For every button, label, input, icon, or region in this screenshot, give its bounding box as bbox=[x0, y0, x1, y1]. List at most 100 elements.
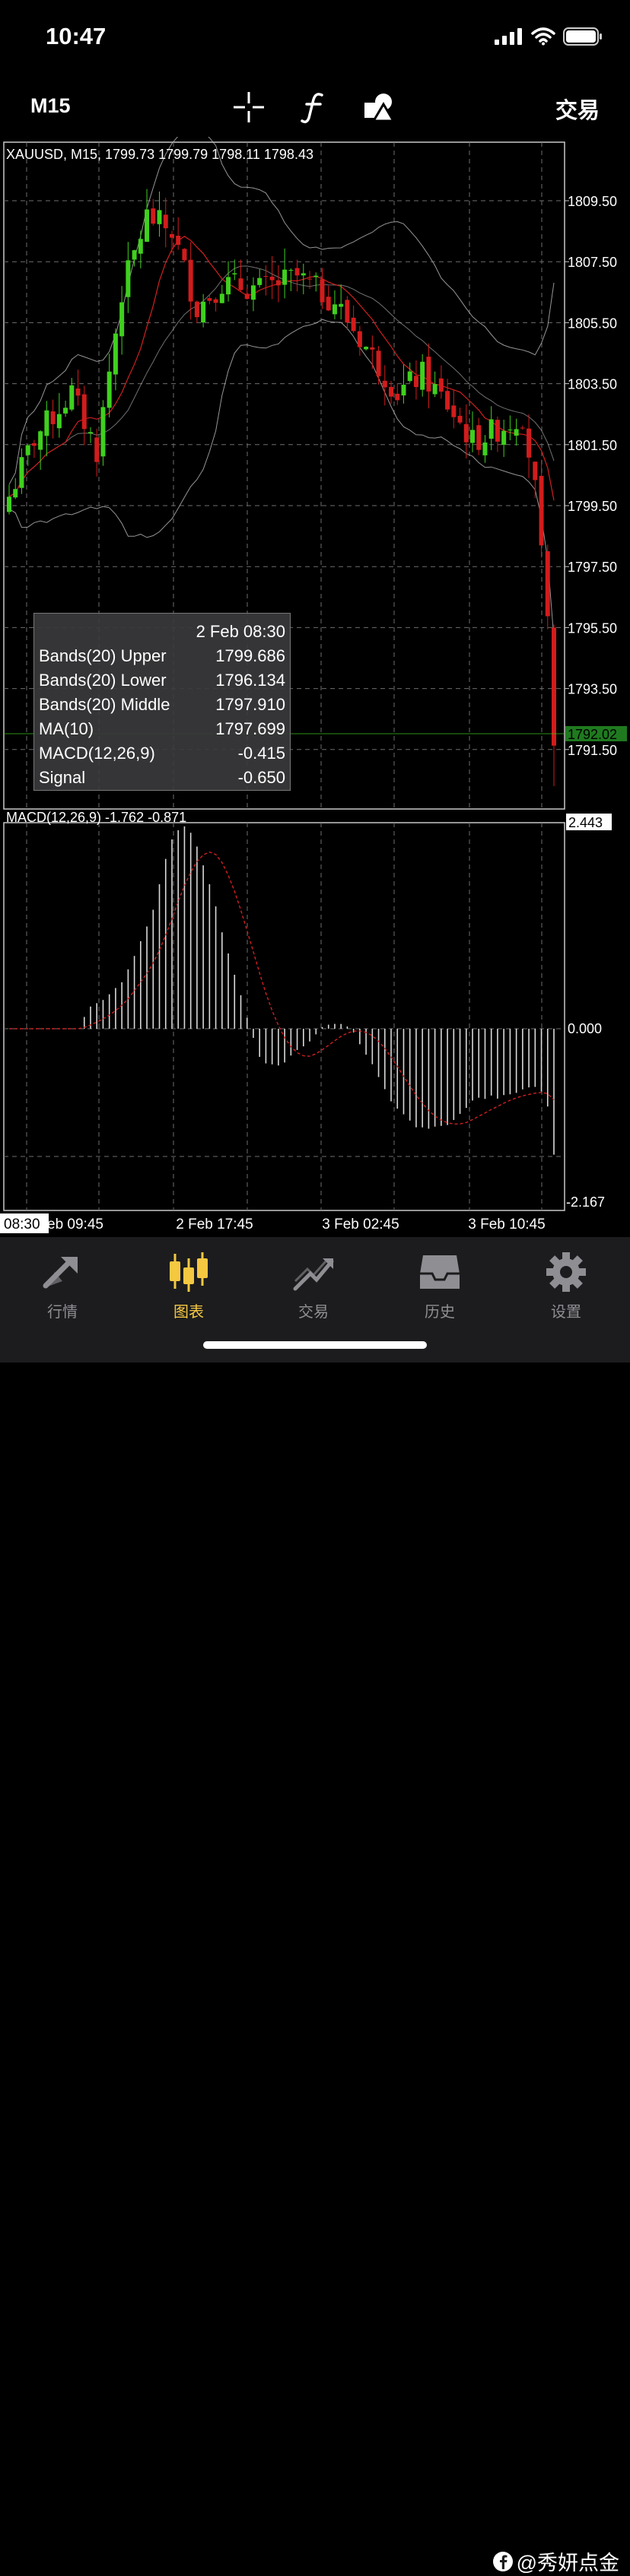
candle-body bbox=[364, 347, 369, 350]
gear-icon bbox=[546, 1252, 586, 1292]
price-axis-label: 1799.50 bbox=[568, 499, 617, 514]
candle-body bbox=[351, 317, 356, 332]
candle-body bbox=[7, 496, 11, 512]
current-price-label: 1792.02 bbox=[568, 727, 617, 742]
candle-body bbox=[238, 278, 243, 290]
chart-symbol-header: XAUUSD, M15, 1799.73 1799.79 1798.11 179… bbox=[6, 147, 313, 162]
candle-body bbox=[275, 280, 281, 286]
watermark-text: @秀妍点金 bbox=[516, 2552, 619, 2574]
time-axis-label: 3 Feb 10:45 bbox=[468, 1217, 545, 1232]
candle-body bbox=[395, 393, 400, 401]
status-bar: 10:47 bbox=[0, 0, 630, 76]
candle-body bbox=[552, 627, 556, 746]
candle-body bbox=[138, 239, 143, 254]
bollinger-middle-band bbox=[8, 265, 555, 497]
price-axis-label: 1803.50 bbox=[568, 377, 617, 392]
candle-body bbox=[407, 371, 412, 382]
candle-body bbox=[169, 233, 174, 238]
candle-body bbox=[75, 388, 81, 396]
candle-body bbox=[420, 361, 425, 390]
info-label: Bands(20) Lower bbox=[39, 671, 167, 690]
info-value: 1797.699 bbox=[215, 719, 285, 738]
candle-body bbox=[132, 250, 137, 260]
candle-body bbox=[107, 371, 112, 408]
candle-body bbox=[38, 431, 43, 450]
info-label: MACD(12,26,9) bbox=[39, 744, 155, 763]
trade-button[interactable]: 交易 bbox=[555, 93, 600, 125]
tab-history[interactable]: 历史 bbox=[394, 1246, 485, 1322]
history-inbox-icon bbox=[420, 1255, 460, 1289]
candle-body bbox=[389, 386, 394, 397]
candlestick-icon bbox=[170, 1252, 208, 1292]
candle-body bbox=[514, 429, 519, 436]
candle-body bbox=[94, 437, 100, 462]
candle-body bbox=[488, 419, 494, 439]
candle-body bbox=[370, 347, 375, 350]
candle-body bbox=[232, 273, 237, 274]
candle-body bbox=[226, 277, 231, 295]
battery-icon bbox=[563, 27, 602, 46]
info-value: 1799.686 bbox=[215, 646, 285, 665]
candle-body bbox=[495, 420, 500, 442]
info-value: -0.650 bbox=[237, 768, 285, 787]
candle-body bbox=[50, 411, 56, 424]
candle-body bbox=[470, 430, 476, 443]
info-row: Bands(20) Upper 1799.686 bbox=[39, 644, 285, 668]
info-row: Bands(20) Middle 1797.910 bbox=[39, 693, 285, 717]
crosshair-icon bbox=[234, 92, 264, 122]
info-label: Bands(20) Upper bbox=[39, 646, 167, 665]
candle-body bbox=[301, 273, 306, 276]
candle-body bbox=[113, 333, 118, 375]
tab-quotes-label: 行情 bbox=[47, 1304, 78, 1321]
info-row: MACD(12,26,9) -0.415 bbox=[39, 741, 285, 766]
candle-body bbox=[451, 405, 457, 417]
candle-body bbox=[250, 285, 256, 300]
candle-body bbox=[56, 414, 62, 429]
moving-average-line bbox=[8, 236, 555, 501]
shapes-icon bbox=[364, 94, 396, 122]
status-time: 10:47 bbox=[46, 23, 107, 49]
candle-body bbox=[476, 425, 482, 450]
candle-body bbox=[269, 276, 275, 281]
status-icons bbox=[495, 27, 603, 46]
candle-body bbox=[194, 301, 199, 318]
candle-body bbox=[126, 260, 131, 297]
candle-body bbox=[145, 209, 150, 242]
tab-trade[interactable]: 交易 bbox=[268, 1246, 359, 1322]
candle-body bbox=[263, 276, 269, 278]
candle-body bbox=[457, 415, 463, 423]
macd-min-label: -2.167 bbox=[566, 1194, 605, 1210]
macd-zero-label: 0.000 bbox=[568, 1021, 602, 1036]
candle-body bbox=[294, 268, 300, 276]
cursor-time-label: 08:30 bbox=[4, 1217, 40, 1232]
candle-body bbox=[207, 298, 212, 301]
info-row: Signal -0.650 bbox=[39, 766, 285, 790]
tab-quotes[interactable]: 行情 bbox=[17, 1246, 108, 1322]
candle-body bbox=[413, 376, 418, 388]
macd-pane-frame bbox=[3, 822, 565, 1211]
candle-body bbox=[320, 279, 325, 303]
crosshair-button[interactable] bbox=[230, 88, 268, 126]
candle-body bbox=[182, 249, 187, 261]
candle-body bbox=[545, 551, 550, 617]
candle-body bbox=[438, 378, 444, 392]
candle-body bbox=[119, 302, 125, 337]
candle-body bbox=[81, 394, 87, 430]
tab-settings[interactable]: 设置 bbox=[520, 1246, 612, 1322]
tab-chart[interactable]: 图表 bbox=[143, 1246, 234, 1322]
info-label: MA(10) bbox=[39, 719, 94, 738]
time-axis-label: 3 Feb 02:45 bbox=[322, 1217, 399, 1232]
time-axis-label: 2 Feb 17:45 bbox=[176, 1217, 253, 1232]
quotes-arrows-icon bbox=[43, 1257, 78, 1289]
candle-body bbox=[219, 293, 224, 303]
info-value: 1796.134 bbox=[215, 671, 285, 690]
timeframe-button[interactable]: M15 bbox=[30, 94, 71, 118]
crosshair-info-box: 2 Feb 08:30 Bands(20) Upper 1799.686 Bands… bbox=[33, 613, 291, 791]
objects-button[interactable] bbox=[361, 88, 399, 126]
macd-max-label: 2.443 bbox=[568, 815, 603, 830]
macd-header: MACD(12,26,9) -1.762 -0.871 bbox=[6, 810, 186, 825]
info-row: Bands(20) Lower 1796.134 bbox=[39, 668, 285, 693]
info-row: MA(10) 1797.699 bbox=[39, 717, 285, 741]
indicators-button[interactable] bbox=[295, 88, 333, 126]
candle-body bbox=[332, 304, 337, 315]
